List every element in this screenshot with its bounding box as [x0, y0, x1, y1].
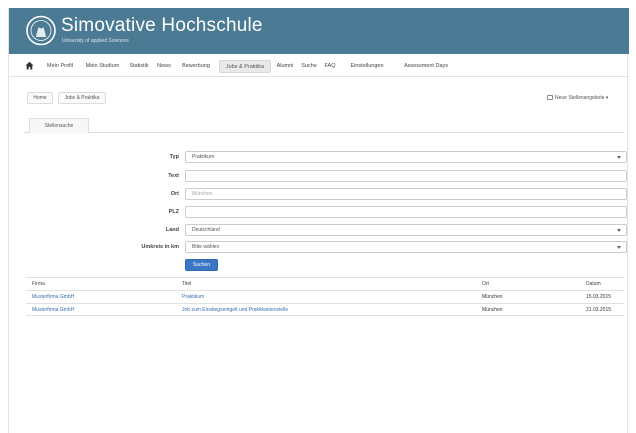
- dropdown-caret-icon: ▾: [604, 95, 609, 101]
- column-header-titel[interactable]: Titel: [182, 278, 191, 290]
- typ-select[interactable]: Praktikum: [185, 151, 627, 163]
- nav-item-news[interactable]: News: [155, 60, 173, 73]
- umkreis-label: Umkreis in km: [141, 244, 179, 250]
- ort-input[interactable]: München: [185, 188, 627, 200]
- chevron-down-icon: [617, 156, 621, 159]
- rss-link[interactable]: Neue Stellenangebote ▾: [547, 93, 608, 103]
- table-row: Musterfirma GmbH Praktikum München 15.03…: [26, 290, 624, 303]
- company-link[interactable]: Musterfirma GmbH: [32, 291, 74, 303]
- tab-stellensuche[interactable]: Stellensuche: [29, 118, 89, 133]
- nav-item-faq[interactable]: FAQ: [322, 60, 338, 73]
- nav-item-mein-profil[interactable]: Mein Profil: [41, 60, 79, 73]
- job-location: München: [482, 307, 503, 313]
- umkreis-value: Bitte wählen: [192, 244, 220, 250]
- typ-label: Typ: [169, 154, 179, 160]
- table-header-row: Firma Titel Ort Datum: [26, 277, 624, 290]
- breadcrumb-jobs-praktika[interactable]: Jobs & Praktika: [58, 92, 106, 104]
- column-header-datum[interactable]: Datum: [586, 278, 601, 290]
- land-label: Land: [165, 227, 179, 233]
- text-input[interactable]: [185, 170, 627, 182]
- search-button[interactable]: Suchen: [185, 259, 218, 271]
- job-title-link[interactable]: Praktikum: [182, 291, 204, 303]
- ort-label: Ort: [170, 191, 179, 197]
- university-seal-icon: [26, 15, 56, 46]
- job-date: 15.03.2015: [586, 294, 612, 300]
- main-navigation: Mein Profil Mein Studium Statistik News …: [9, 55, 629, 77]
- typ-value: Praktikum: [192, 154, 215, 160]
- page-frame: Simovative Hochschule University of appl…: [8, 8, 629, 433]
- nav-item-assessment-days[interactable]: Assessment Days: [396, 60, 456, 73]
- job-date: 21.03.2015: [586, 307, 612, 313]
- tab-divider: [24, 132, 624, 133]
- land-select[interactable]: Deutschland: [185, 224, 627, 236]
- job-title-link[interactable]: Job zum Einstiegsentgelt und Praktikante…: [182, 304, 288, 316]
- rss-link-label: Neue Stellenangebote: [555, 95, 605, 101]
- column-header-firma[interactable]: Firma: [32, 278, 45, 290]
- company-link[interactable]: Musterfirma GmbH: [32, 304, 74, 316]
- nav-item-bewerbung[interactable]: Bewerbung: [176, 60, 216, 73]
- job-location: München: [482, 294, 503, 300]
- header-banner: Simovative Hochschule University of appl…: [9, 8, 629, 54]
- brand-title[interactable]: Simovative Hochschule: [61, 15, 263, 37]
- brand-subtitle: University of applied Sciences: [62, 38, 129, 44]
- nav-item-mein-studium[interactable]: Mein Studium: [82, 60, 123, 73]
- chevron-down-icon: [617, 229, 621, 232]
- column-header-ort[interactable]: Ort: [482, 278, 489, 290]
- nav-item-jobs-praktika[interactable]: Jobs & Praktika: [219, 60, 271, 73]
- chevron-down-icon: [617, 246, 621, 249]
- nav-item-alumni[interactable]: Alumni: [274, 60, 296, 73]
- home-icon[interactable]: [25, 61, 34, 70]
- plz-label: PLZ: [168, 209, 179, 215]
- nav-item-statistik[interactable]: Statistik: [126, 60, 152, 73]
- table-row: Musterfirma GmbH Job zum Einstiegsentgel…: [26, 303, 624, 316]
- umkreis-select[interactable]: Bitte wählen: [185, 241, 627, 253]
- breadcrumb-home[interactable]: Home: [27, 92, 53, 104]
- results-table: Firma Titel Ort Datum Musterfirma GmbH P…: [26, 277, 624, 316]
- nav-item-einstellungen[interactable]: Einstellungen: [341, 60, 393, 73]
- feed-icon: [547, 95, 553, 100]
- nav-item-suche[interactable]: Suche: [299, 60, 319, 73]
- plz-input[interactable]: [185, 206, 627, 218]
- text-label: Text: [168, 173, 179, 179]
- land-value: Deutschland: [192, 227, 220, 233]
